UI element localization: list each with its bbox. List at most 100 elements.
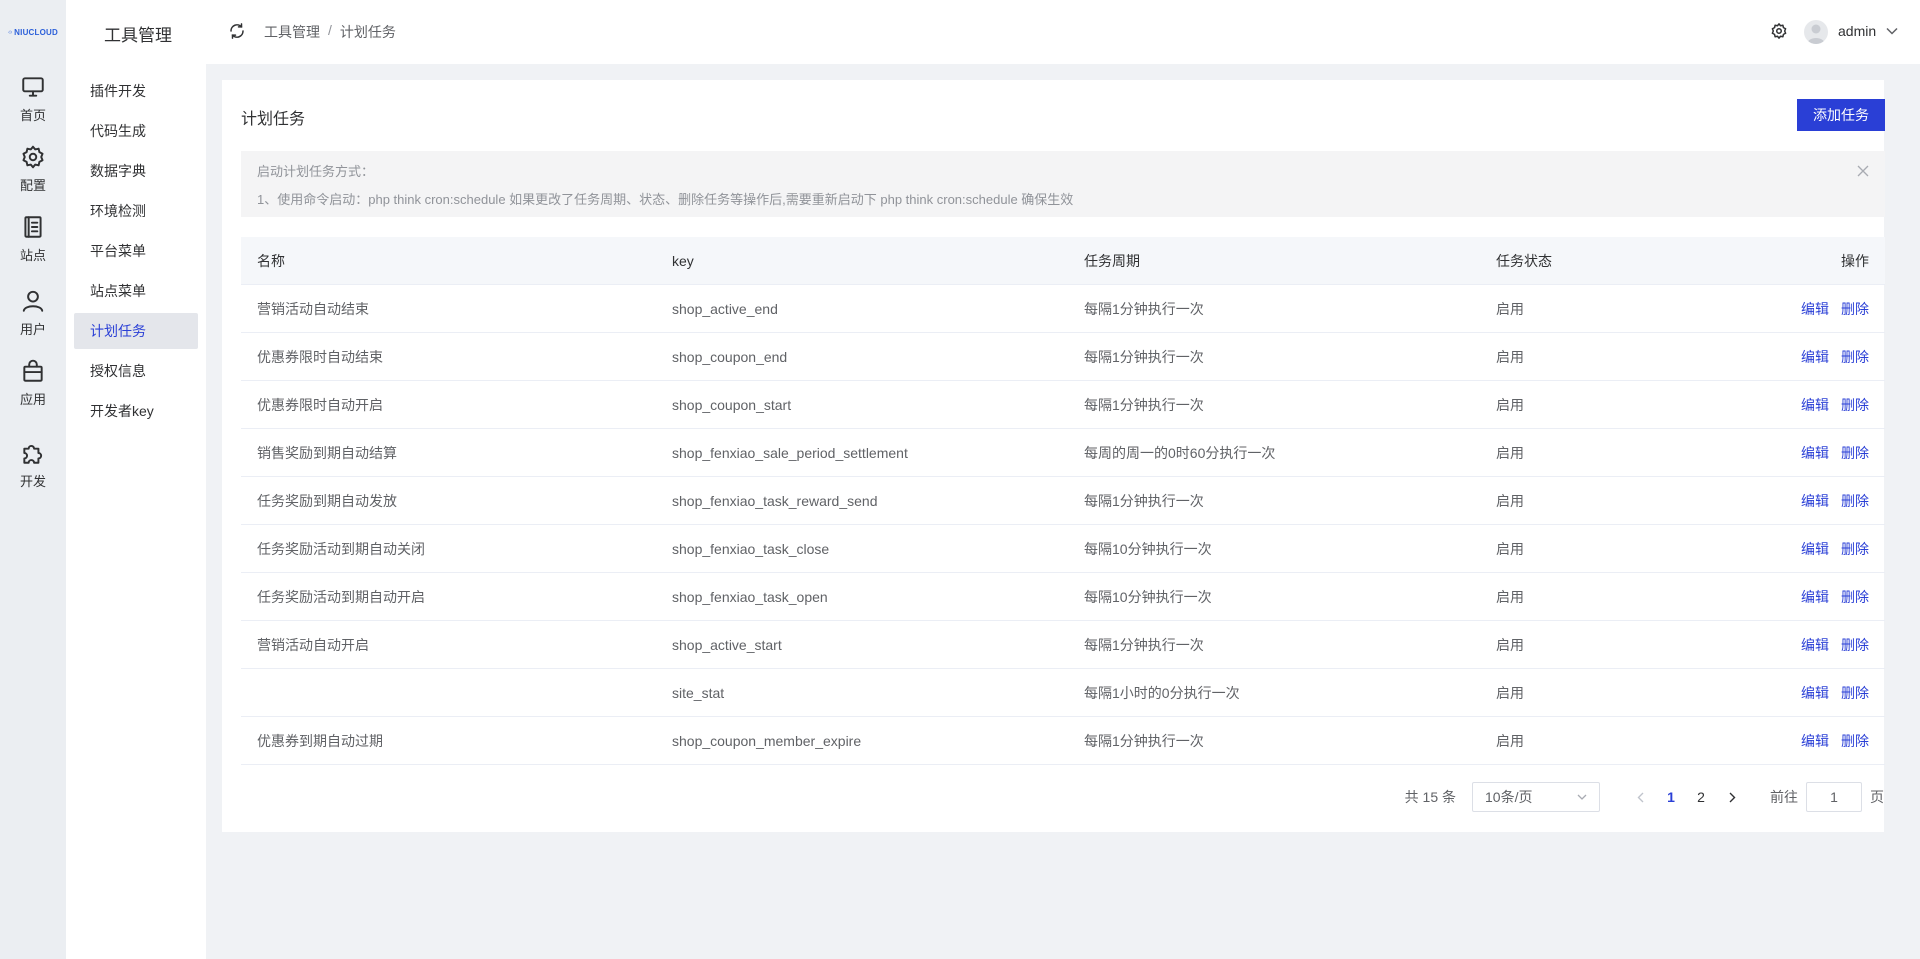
icon-rail: NIUCLOUD 首页 配置 站点 用户 应用 开发 [0, 0, 66, 959]
breadcrumb-separator: / [328, 22, 332, 38]
page-number-1[interactable]: 1 [1658, 789, 1684, 805]
rail-item-home[interactable]: 首页 [0, 74, 66, 134]
close-icon[interactable] [1857, 165, 1869, 177]
delete-link[interactable]: 删除 [1841, 299, 1869, 319]
rail-item-label: 开发 [19, 474, 46, 489]
add-task-button[interactable]: 添加任务 [1797, 99, 1885, 131]
table-row: 销售奖励到期自动结算 shop_fenxiao_sale_period_sett… [241, 429, 1885, 477]
page-size-select[interactable]: 10条/页 [1472, 782, 1600, 812]
rail-item-site[interactable]: 站点 [0, 214, 66, 274]
chevron-down-icon[interactable] [1886, 27, 1898, 35]
delete-link[interactable]: 删除 [1841, 347, 1869, 367]
delete-link[interactable]: 删除 [1841, 587, 1869, 607]
edit-link[interactable]: 编辑 [1801, 491, 1829, 511]
table-row: 优惠券限时自动开启 shop_coupon_start 每隔1分钟执行一次 启用… [241, 381, 1885, 429]
cell-actions: 编辑 删除 [1720, 395, 1885, 415]
settings-gear-icon[interactable] [1770, 22, 1788, 40]
goto-suffix: 页 [1870, 789, 1884, 805]
column-header-name: 名称 [257, 252, 285, 269]
cell-actions: 编辑 删除 [1720, 731, 1885, 751]
edit-link[interactable]: 编辑 [1801, 635, 1829, 655]
bag-icon [23, 359, 43, 382]
alert-description: 1、使用命令启动：php think cron:schedule 如果更改了任务… [257, 192, 1074, 207]
table-row: 营销活动自动开启 shop_active_start 每隔1分钟执行一次 启用 … [241, 621, 1885, 669]
edit-link[interactable]: 编辑 [1801, 347, 1829, 367]
page-title: 计划任务 [241, 111, 306, 128]
edit-link[interactable]: 编辑 [1801, 299, 1829, 319]
cell-status: 启用 [1496, 684, 1524, 701]
breadcrumb-item[interactable]: 工具管理 [264, 22, 320, 42]
user-icon [22, 290, 44, 312]
chevron-right-icon [1729, 792, 1735, 802]
delete-link[interactable]: 删除 [1841, 395, 1869, 415]
submenu-item-env-check[interactable]: 环境检测 [74, 193, 198, 229]
cloud-logo-icon [8, 30, 13, 34]
rail-item-user[interactable]: 用户 [0, 288, 66, 348]
cell-actions: 编辑 删除 [1720, 683, 1885, 703]
cell-cycle: 每隔1分钟执行一次 [1084, 732, 1204, 749]
rail-item-config[interactable]: 配置 [0, 144, 66, 204]
brand-logo[interactable]: NIUCLOUD [8, 22, 58, 42]
delete-link[interactable]: 删除 [1841, 539, 1869, 559]
cell-status: 启用 [1496, 588, 1524, 605]
table-row: 任务奖励活动到期自动关闭 shop_fenxiao_task_close 每隔1… [241, 525, 1885, 573]
edit-link[interactable]: 编辑 [1801, 683, 1829, 703]
cell-key: shop_fenxiao_task_reward_send [672, 492, 878, 509]
table-row: site_stat 每隔1小时的0分执行一次 启用 编辑 删除 [241, 669, 1885, 717]
refresh-icon[interactable] [228, 22, 246, 40]
delete-link[interactable]: 删除 [1841, 731, 1869, 751]
cell-cycle: 每隔1分钟执行一次 [1084, 300, 1204, 317]
cell-cycle: 每隔1分钟执行一次 [1084, 396, 1204, 413]
table-row: 优惠券到期自动过期 shop_coupon_member_expire 每隔1分… [241, 717, 1885, 765]
pagination: 共 15 条 10条/页 1 2 前往 页 [1405, 781, 1884, 813]
avatar[interactable] [1804, 20, 1828, 44]
rail-item-develop[interactable]: 开发 [0, 440, 66, 500]
delete-link[interactable]: 删除 [1841, 443, 1869, 463]
rail-item-label: 配置 [19, 178, 46, 193]
cell-status: 启用 [1496, 732, 1524, 749]
rail-item-app[interactable]: 应用 [0, 358, 66, 418]
submenu-item-plugin-dev[interactable]: 插件开发 [74, 73, 198, 109]
cell-key: shop_coupon_start [672, 396, 792, 413]
cell-key: shop_active_end [672, 300, 778, 317]
cell-actions: 编辑 删除 [1720, 347, 1885, 367]
cell-cycle: 每隔1分钟执行一次 [1084, 348, 1204, 365]
prev-page-button[interactable] [1630, 787, 1650, 807]
cell-name: 任务奖励到期自动发放 [257, 492, 397, 509]
cell-key: shop_fenxiao_task_close [672, 540, 830, 557]
column-header-cycle: 任务周期 [1084, 252, 1140, 269]
cell-actions: 编辑 删除 [1720, 443, 1885, 463]
submenu-title: 工具管理 [104, 26, 172, 45]
table-header: 名称 key 任务周期 任务状态 操作 [241, 237, 1885, 285]
main-card: 计划任务 添加任务 启动计划任务方式： 1、使用命令启动：php think c… [222, 80, 1885, 832]
cell-cycle: 每隔1分钟执行一次 [1084, 636, 1204, 653]
submenu-item-license[interactable]: 授权信息 [74, 353, 198, 389]
edit-link[interactable]: 编辑 [1801, 395, 1829, 415]
edit-link[interactable]: 编辑 [1801, 443, 1829, 463]
breadcrumb: 工具管理 / 计划任务 [264, 22, 396, 42]
submenu-item-dictionary[interactable]: 数据字典 [74, 153, 198, 189]
user-name[interactable]: admin [1838, 23, 1876, 39]
edit-link[interactable]: 编辑 [1801, 587, 1829, 607]
info-alert: 启动计划任务方式： 1、使用命令启动：php think cron:schedu… [241, 151, 1885, 217]
goto-page-input[interactable] [1806, 782, 1862, 812]
cell-status: 启用 [1496, 348, 1524, 365]
edit-link[interactable]: 编辑 [1801, 539, 1829, 559]
delete-link[interactable]: 删除 [1841, 491, 1869, 511]
page-number-2[interactable]: 2 [1688, 789, 1714, 805]
delete-link[interactable]: 删除 [1841, 635, 1869, 655]
cell-status: 启用 [1496, 492, 1524, 509]
table-row: 任务奖励活动到期自动开启 shop_fenxiao_task_open 每隔10… [241, 573, 1885, 621]
submenu-item-cron-tasks[interactable]: 计划任务 [74, 313, 198, 349]
submenu-item-developer-key[interactable]: 开发者key [74, 393, 198, 429]
submenu-item-code-gen[interactable]: 代码生成 [74, 113, 198, 149]
submenu-item-platform-menu[interactable]: 平台菜单 [74, 233, 198, 269]
cell-key: site_stat [672, 684, 725, 701]
chevron-left-icon [1637, 792, 1643, 802]
delete-link[interactable]: 删除 [1841, 683, 1869, 703]
puzzle-icon [23, 445, 43, 464]
next-page-button[interactable] [1722, 787, 1742, 807]
edit-link[interactable]: 编辑 [1801, 731, 1829, 751]
submenu-item-site-menu[interactable]: 站点菜单 [74, 273, 198, 309]
column-header-status: 任务状态 [1496, 252, 1552, 269]
